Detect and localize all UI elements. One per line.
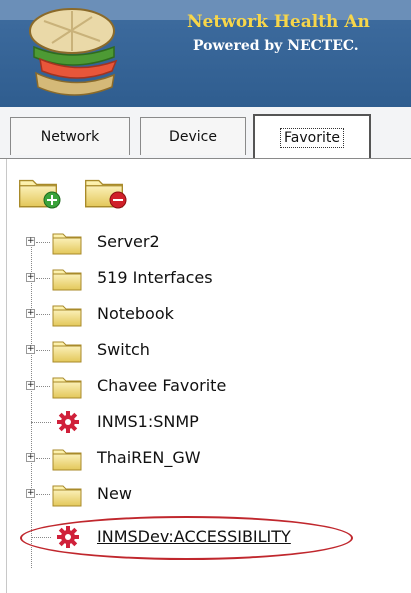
tab-network-label: Network [40, 129, 100, 145]
tree-node-519-interfaces: + 519 Interfaces [0, 261, 400, 297]
gear-device-icon [57, 526, 79, 548]
tree-connector [36, 278, 50, 279]
tree-label-thairen-gw[interactable]: ThaiREN_GW [97, 448, 201, 467]
app-subtitle: Powered by NECTEC. [193, 38, 359, 54]
expand-icon[interactable]: + [26, 273, 35, 282]
tree-node-chavee-favorite: + Chavee Favorite [0, 369, 400, 405]
tree-label-519-interfaces[interactable]: 519 Interfaces [97, 268, 213, 287]
folder-remove-icon[interactable] [82, 170, 130, 212]
folder-icon [52, 337, 82, 363]
tree-label-switch[interactable]: Switch [97, 340, 150, 359]
expand-icon[interactable]: + [26, 453, 35, 462]
tree-connector [36, 242, 50, 243]
folder-icon [52, 373, 82, 399]
tab-favorite[interactable]: Favorite [253, 114, 371, 159]
expand-icon[interactable]: + [26, 489, 35, 498]
tree-label-inms1-snmp[interactable]: INMS1:SNMP [97, 412, 199, 431]
folder-icon [52, 265, 82, 291]
expand-icon[interactable]: + [26, 237, 35, 246]
tree-node-inmsdev-accessibility: INMSDev:ACCESSIBILITY [0, 520, 400, 556]
tree-label-inmsdev-accessibility[interactable]: INMSDev:ACCESSIBILITY [97, 527, 291, 546]
tree-connector [36, 314, 50, 315]
tree-node-notebook: + Notebook [0, 297, 400, 333]
expand-icon[interactable]: + [26, 309, 35, 318]
tree-connector [36, 458, 50, 459]
expand-icon[interactable]: + [26, 381, 35, 390]
tab-network[interactable]: Network [10, 117, 130, 155]
tree-node-new: + New [0, 477, 400, 513]
tree-connector [36, 386, 50, 387]
tree-node-inms1-snmp: INMS1:SNMP [0, 405, 400, 441]
tree-node-switch: + Switch [0, 333, 400, 369]
folder-icon [52, 481, 82, 507]
tree-connector [36, 494, 50, 495]
tab-device[interactable]: Device [140, 117, 246, 155]
tab-favorite-label: Favorite [280, 128, 344, 148]
tree-label-chavee-favorite[interactable]: Chavee Favorite [97, 376, 226, 395]
app-header: Network Health An Powered by NECTEC. [0, 0, 411, 107]
tree-label-new[interactable]: New [97, 484, 132, 503]
tree-connector [31, 422, 51, 423]
tree-node-server2: + Server2 [0, 225, 400, 261]
folder-icon [52, 229, 82, 255]
folder-icon [52, 301, 82, 327]
tree-label-notebook[interactable]: Notebook [97, 304, 174, 323]
folder-add-icon[interactable] [16, 170, 64, 212]
tree-node-thairen-gw: + ThaiREN_GW [0, 441, 400, 477]
tab-device-label: Device [169, 129, 217, 145]
tree-connector [36, 350, 50, 351]
gear-device-icon [57, 411, 79, 433]
tab-panel-divider [0, 158, 411, 159]
tree-connector [31, 537, 51, 538]
folder-icon [52, 445, 82, 471]
sandwich-logo-icon [29, 8, 118, 96]
tree-label-server2[interactable]: Server2 [97, 232, 160, 251]
app-title: Network Health An [187, 12, 370, 32]
expand-icon[interactable]: + [26, 345, 35, 354]
